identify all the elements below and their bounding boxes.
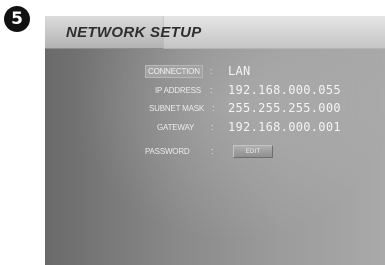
connection-label[interactable]: CONNECTION	[145, 65, 203, 78]
ip-address-value[interactable]: 192.168.000.055	[228, 83, 341, 97]
password-colon: :	[211, 146, 214, 156]
step-number-badge: 5	[4, 6, 30, 32]
edit-password-button[interactable]: EDIT	[233, 145, 273, 158]
page-title: NETWORK SETUP	[66, 24, 202, 41]
ip-address-label: IP ADDRESS	[155, 86, 201, 95]
subnet-mask-label: SUBNET MASK	[149, 104, 204, 113]
subnet-mask-value[interactable]: 255.255.255.000	[228, 101, 341, 115]
network-setup-screen: NETWORK SETUP CONNECTION : LAN IP ADDRES…	[45, 16, 385, 265]
subnet-mask-colon: :	[212, 103, 215, 113]
ip-address-colon: :	[210, 85, 213, 95]
gateway-value[interactable]: 192.168.000.001	[228, 120, 341, 134]
gateway-colon: :	[211, 122, 214, 132]
connection-value[interactable]: LAN	[228, 64, 251, 78]
connection-colon: :	[210, 66, 213, 76]
title-bar: NETWORK SETUP	[45, 16, 385, 49]
password-label: PASSWORD	[145, 147, 190, 156]
gateway-label: GATEWAY	[157, 123, 195, 132]
